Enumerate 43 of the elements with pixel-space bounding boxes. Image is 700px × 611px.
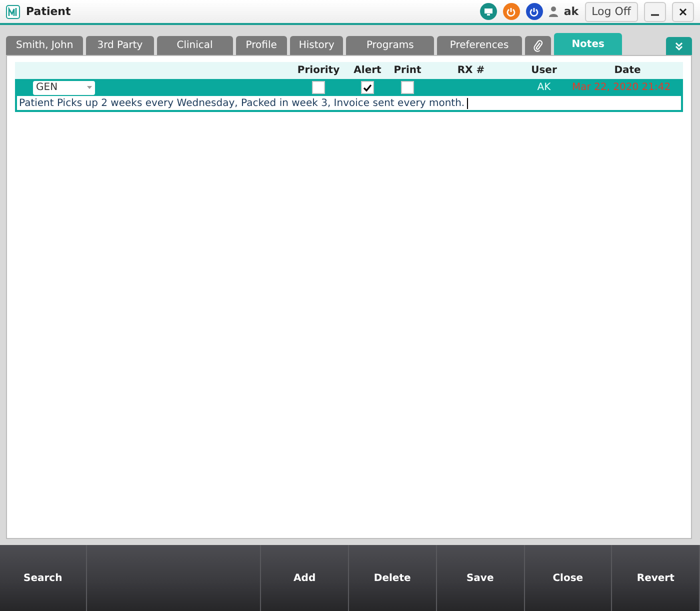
close-button[interactable] [672,2,694,22]
app-logo-icon [6,4,20,18]
expand-button[interactable] [666,37,692,55]
tab[interactable]: Smith, John [6,36,84,55]
tab[interactable]: Preferences [436,36,522,55]
tab[interactable]: 3rd Party [86,36,154,55]
column-header: Print [392,65,422,76]
date-cell-text: Mar 22, 2020 21:42 [572,82,672,93]
log-off-button[interactable]: Log Off [584,2,638,22]
toolbar-button[interactable]: Add [261,545,349,611]
paperclip-icon [532,40,543,52]
minimize-icon [651,14,659,16]
column-header: Priority [296,65,341,76]
checkbox[interactable] [312,81,325,94]
note-text-field[interactable]: Patient Picks up 2 weeks every Wednesday, Packed in week 3, Invoice sent every month. [15,96,683,112]
user-icon [548,6,558,17]
power-icon[interactable] [526,3,543,20]
checkbox[interactable] [361,81,374,94]
user-cell-text: AK [536,82,552,93]
column-header: RX # [456,65,486,76]
column-header: User [530,65,558,76]
toolbar-button[interactable]: Close [524,545,612,611]
minimize-button[interactable] [644,2,666,22]
tab[interactable]: History [290,36,344,55]
checkbox[interactable] [401,81,414,94]
close-icon [679,8,687,16]
tab[interactable]: Profile [236,36,287,55]
attachment-tab[interactable] [524,36,551,55]
window-title: Patient [26,5,72,18]
note-row[interactable]: GEN AK Mar 22, 2020 21:42 [15,79,683,96]
monitor-icon[interactable] [480,3,497,20]
chevrons-down-icon [674,41,684,51]
toolbar-button[interactable]: Save [436,545,524,611]
tab[interactable]: Clinical [156,36,233,55]
type-dropdown[interactable]: GEN [33,80,95,94]
column-header: Alert [352,65,382,76]
column-header: Date [613,65,642,76]
toolbar-button[interactable]: Delete [348,545,437,611]
user-name: ak [564,5,579,18]
caret-icon [87,86,92,89]
tab[interactable]: Programs [346,36,434,55]
toolbar-button[interactable]: Revert [612,545,700,611]
toolbar-button[interactable]: Search [0,545,87,611]
